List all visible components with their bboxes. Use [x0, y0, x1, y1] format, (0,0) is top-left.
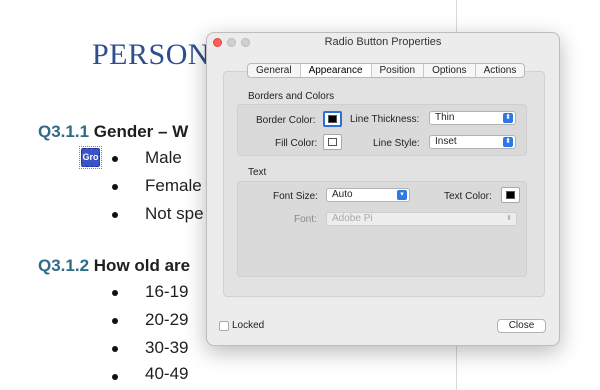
border-color-swatch[interactable] [323, 111, 342, 127]
bullet-icon [112, 184, 118, 190]
list-item: 20-29 [145, 310, 189, 329]
line-thickness-label: Line Thickness: [350, 114, 420, 125]
bullet-icon [112, 374, 118, 380]
fill-color-label: Fill Color: [275, 138, 318, 149]
bullet-icon [112, 156, 118, 162]
border-color-label: Border Color: [256, 115, 316, 126]
list-item: 40-49 [145, 364, 189, 383]
border-color-chip [328, 115, 337, 123]
close-button[interactable]: Close [497, 319, 546, 333]
tab-actions[interactable]: Actions [476, 64, 525, 77]
borders-colors-heading: Borders and Colors [248, 91, 335, 102]
line-thickness-select[interactable]: Thin ⬍ [429, 111, 516, 125]
text-section-heading: Text [248, 167, 267, 178]
line-style-value: Inset [435, 136, 457, 147]
list-item: Male [145, 148, 182, 167]
font-value: Adobe Pi [332, 213, 373, 224]
dialog-titlebar[interactable]: Radio Button Properties [207, 33, 559, 53]
chevron-down-icon: ▾ [397, 190, 407, 200]
chevron-updown-icon: ⬍ [503, 137, 513, 147]
question-heading-age: Q3.1.2 How old are [38, 256, 190, 276]
font-select[interactable]: Adobe Pi ⬍ [326, 212, 517, 226]
question-number: Q3.1.2 [38, 256, 90, 275]
list-item: 16-19 [145, 282, 189, 301]
dialog-title: Radio Button Properties [324, 36, 442, 48]
list-item: 30-39 [145, 338, 189, 357]
bullet-icon [112, 212, 118, 218]
fill-color-chip [328, 138, 337, 146]
text-color-swatch[interactable] [501, 187, 520, 203]
locked-checkbox[interactable] [219, 321, 229, 331]
bullet-icon [112, 318, 118, 324]
bullet-icon [112, 346, 118, 352]
question-number: Q3.1.1 [38, 122, 90, 141]
chevron-updown-icon: ⬍ [506, 215, 512, 222]
font-size-label: Font Size: [273, 191, 319, 202]
fill-color-swatch[interactable] [323, 134, 342, 150]
text-color-chip [506, 191, 515, 199]
list-item: Not spe [145, 204, 204, 223]
tab-general[interactable]: General [248, 64, 301, 77]
question-text: Gender – W [93, 122, 189, 141]
list-item: Female [145, 176, 202, 195]
radio-button-field[interactable]: Gro [79, 146, 102, 169]
tab-bar: General Appearance Position Options Acti… [247, 63, 526, 78]
bullet-icon [112, 290, 118, 296]
question-heading-gender: Q3.1.1 Gender – W [38, 122, 188, 142]
font-label: Font: [294, 214, 317, 225]
line-style-label: Line Style: [373, 138, 420, 149]
font-size-value: Auto [332, 189, 353, 200]
radio-button-properties-dialog: Radio Button Properties General Appearan… [206, 32, 560, 346]
text-color-label: Text Color: [444, 191, 492, 202]
tab-position[interactable]: Position [372, 64, 425, 77]
line-thickness-value: Thin [435, 112, 455, 123]
question-text: How old are [93, 256, 191, 275]
line-style-select[interactable]: Inset ⬍ [429, 135, 516, 149]
font-size-select[interactable]: Auto ▾ [326, 188, 410, 202]
chevron-updown-icon: ⬍ [503, 113, 513, 123]
tab-options[interactable]: Options [424, 64, 476, 77]
tab-appearance[interactable]: Appearance [300, 64, 372, 77]
locked-label: Locked [232, 320, 265, 331]
